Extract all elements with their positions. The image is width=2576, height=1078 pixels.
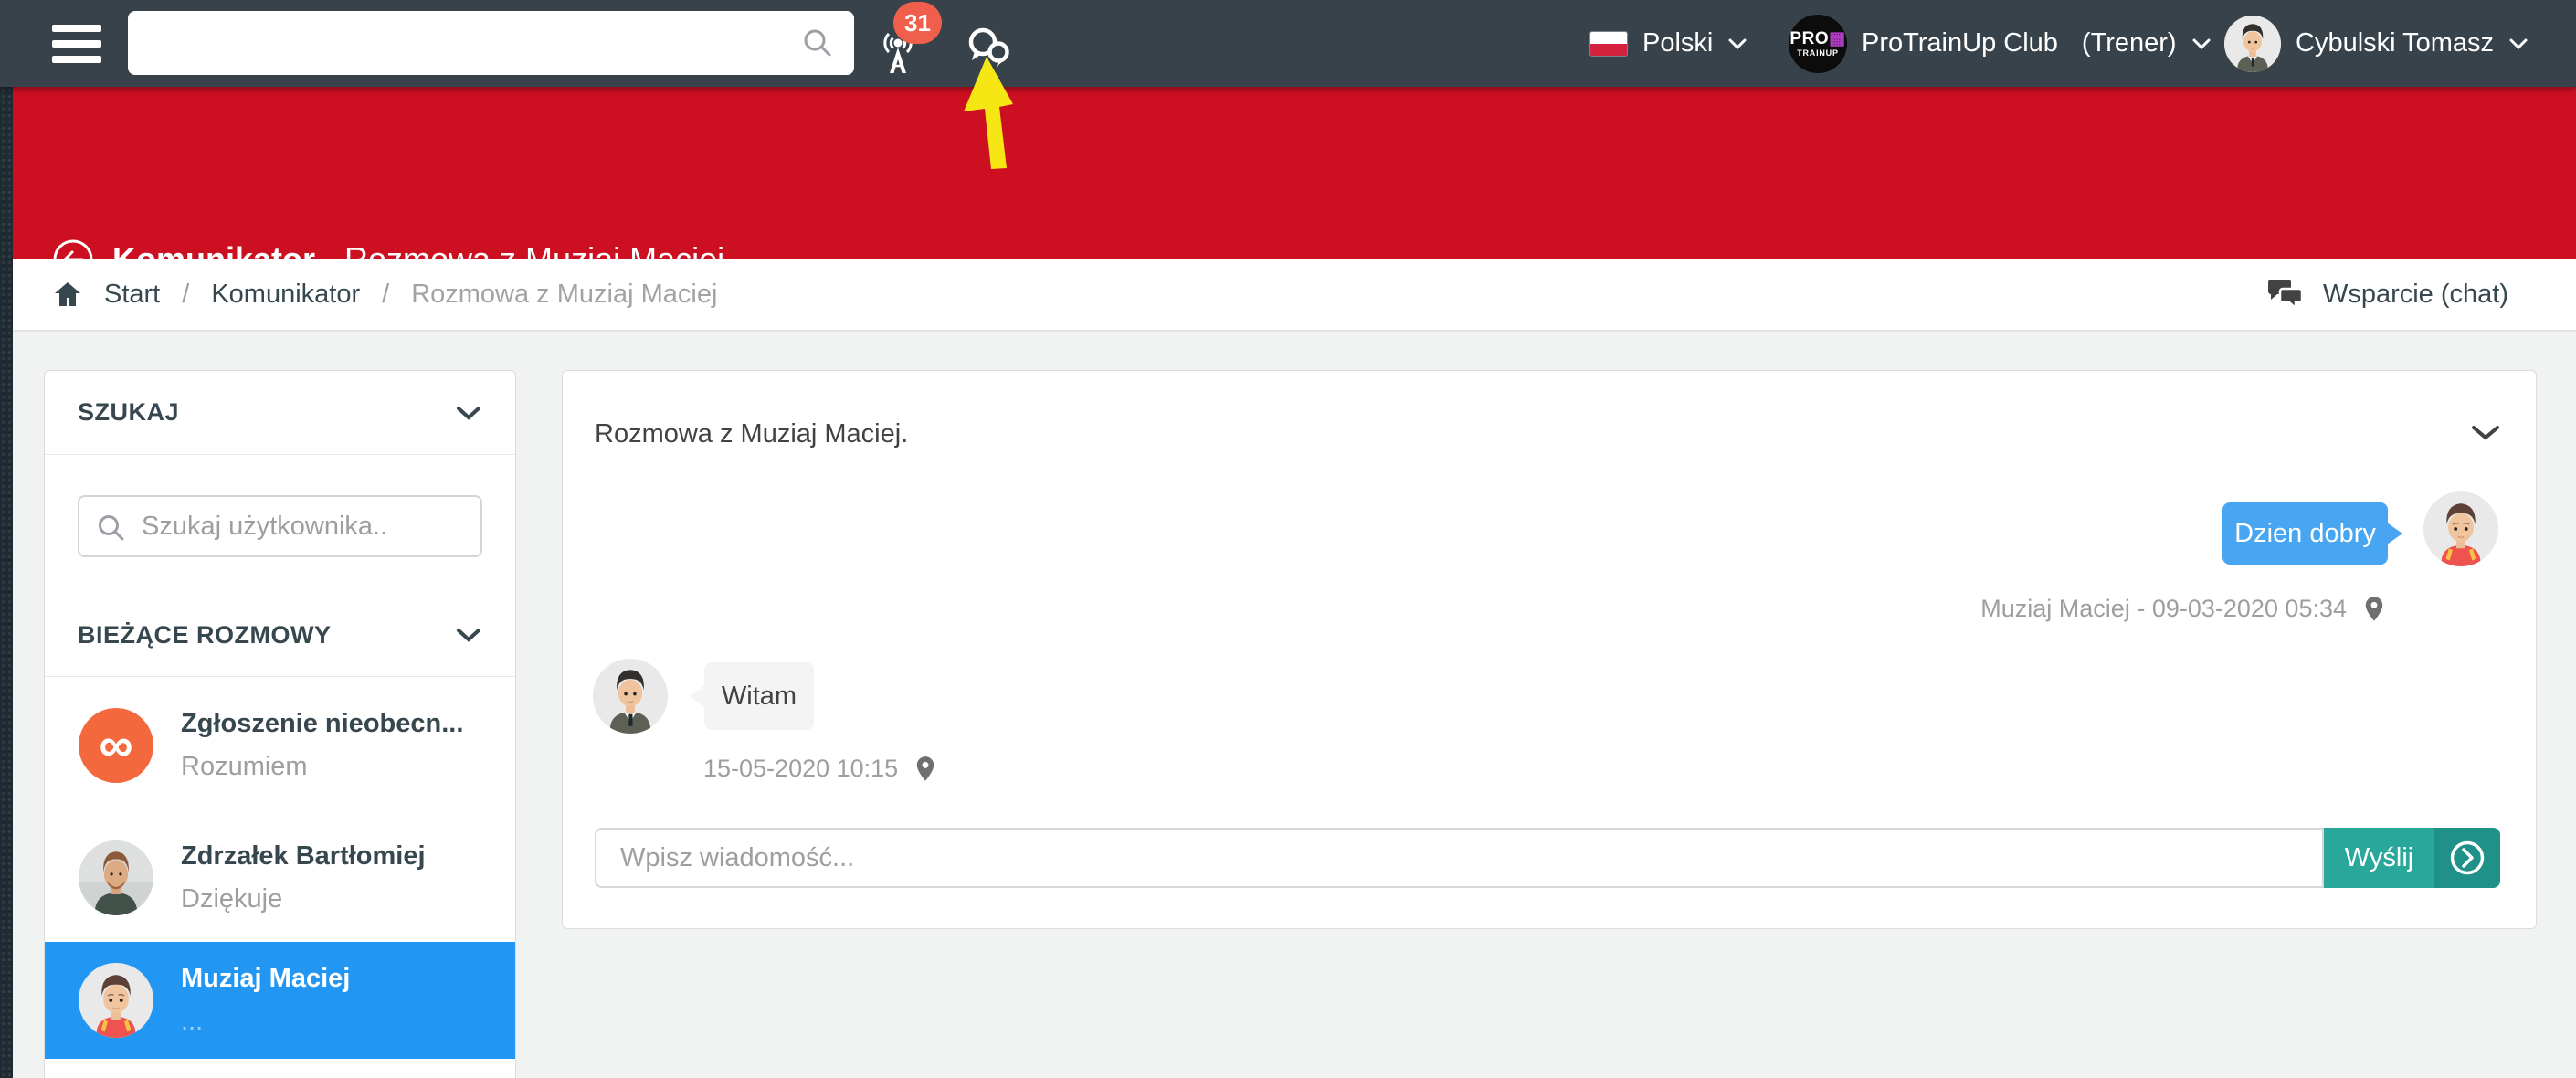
collapse-chat-chevron-icon[interactable] (2470, 424, 2501, 442)
language-label: Polski (1642, 28, 1713, 58)
user-name-label: Cybulski Tomasz (2296, 28, 2494, 58)
location-pin-icon[interactable] (2361, 596, 2387, 623)
breadcrumb-separator: / (182, 280, 189, 310)
hamburger-menu-icon[interactable] (52, 25, 101, 63)
chevron-down-icon (2508, 37, 2528, 50)
conversation-item-muziaj-maciej[interactable]: Muziaj Maciej ... (45, 942, 515, 1059)
conversations-section-title: BIEŻĄCE ROZMOWY (78, 621, 332, 650)
infinity-avatar-icon: ∞ (79, 708, 153, 783)
poland-flag-icon (1589, 31, 1628, 57)
conversation-name: Muziaj Maciej (181, 964, 350, 994)
search-section-header[interactable]: SZUKAJ (45, 371, 515, 455)
top-navbar: 31 Polski PRO▦ TRAINUP ProTrainUp Club (… (0, 0, 2576, 87)
language-selector[interactable]: Polski (1589, 0, 1747, 87)
search-section-title: SZUKAJ (78, 398, 179, 427)
send-button[interactable]: Wyślij (2324, 828, 2500, 888)
breadcrumb: Start / Komunikator / Rozmowa z Muziaj M… (53, 259, 717, 330)
conversations-sidebar: SZUKAJ BIEŻĄCE ROZMOWY ∞ (44, 370, 516, 1078)
conversation-last-message: Dziękuje (181, 884, 426, 914)
collapsed-side-menu[interactable] (0, 87, 13, 1078)
message-meta: 15-05-2020 10:15 (703, 755, 938, 783)
club-name-label: ProTrainUp Club (1862, 28, 2058, 58)
support-chat-label: Wsparcie (chat) (2323, 280, 2508, 310)
navbar-search-input[interactable] (128, 11, 854, 75)
send-circle-arrow-icon (2434, 828, 2500, 888)
komunikator-page: 31 Polski PRO▦ TRAINUP ProTrainUp Club (… (0, 0, 2576, 1078)
avatar (79, 963, 153, 1038)
conversation-name: Zgłoszenie nieobecn... (181, 709, 463, 739)
message-bubble-received: Dzien dobry (2222, 502, 2388, 565)
conversation-name: Zdrzałek Bartłomiej (181, 841, 426, 872)
page-header: Komunikator - Rozmowa z Muziaj Maciej (0, 87, 2576, 259)
notification-count-badge: 31 (893, 2, 942, 44)
support-chat-icon (2268, 278, 2305, 311)
message-meta-text: Muziaj Maciej - 09-03-2020 05:34 (1980, 595, 2347, 623)
conversation-item-zgloszenie[interactable]: ∞ Zgłoszenie nieobecn... Rozumiem (45, 677, 515, 814)
chat-title: Rozmowa z Muziaj Maciej. (595, 419, 908, 449)
messenger-icon[interactable] (965, 26, 1012, 69)
breadcrumb-current: Rozmowa z Muziaj Maciej (411, 280, 717, 310)
message-composer: Wyślij (595, 828, 2506, 888)
navbar-search (128, 11, 854, 75)
conversation-item-zdrzalek[interactable]: Zdrzałek Bartłomiej Dziękuje (45, 814, 515, 942)
home-icon[interactable] (53, 280, 82, 308)
chevron-down-icon (455, 627, 482, 643)
chevron-down-icon (455, 405, 482, 421)
conversation-last-message: Rozumiem (181, 752, 463, 782)
club-selector[interactable]: PRO▦ TRAINUP ProTrainUp Club (Trener) (1789, 0, 2212, 87)
message-input[interactable] (595, 828, 2324, 888)
own-avatar (593, 659, 668, 734)
user-menu[interactable]: Cybulski Tomasz (2224, 0, 2528, 87)
search-icon (801, 26, 834, 59)
send-button-label: Wyślij (2324, 828, 2434, 888)
location-pin-icon[interactable] (913, 756, 938, 783)
breadcrumb-komunikator[interactable]: Komunikator (211, 280, 360, 310)
conversation-list: ∞ Zgłoszenie nieobecn... Rozumiem Zdrzał… (45, 676, 515, 1059)
conversation-last-message: ... (181, 1007, 350, 1037)
message-meta: Muziaj Maciej - 09-03-2020 05:34 (1980, 595, 2387, 623)
chevron-down-icon (2191, 37, 2212, 50)
user-search (78, 495, 482, 557)
avatar (79, 840, 153, 915)
message-meta-text: 15-05-2020 10:15 (703, 755, 898, 783)
breadcrumb-separator: / (382, 280, 389, 310)
support-chat-link[interactable]: Wsparcie (chat) (2268, 259, 2508, 330)
breadcrumb-bar: Start / Komunikator / Rozmowa z Muziaj M… (0, 259, 2576, 332)
conversations-section-header[interactable]: BIEŻĄCE ROZMOWY (45, 594, 515, 676)
role-label: (Trener) (2082, 28, 2177, 58)
chat-panel: Rozmowa z Muziaj Maciej. Dzien dobry Muz… (562, 370, 2537, 929)
message-bubble-sent: Witam (704, 662, 814, 730)
user-search-input[interactable] (79, 497, 480, 555)
chevron-down-icon (1727, 37, 1747, 50)
protrainup-logo: PRO▦ TRAINUP (1789, 15, 1847, 73)
search-icon (96, 513, 127, 544)
sender-avatar (2423, 491, 2498, 566)
user-avatar (2224, 16, 2281, 72)
breadcrumb-start[interactable]: Start (104, 280, 160, 310)
